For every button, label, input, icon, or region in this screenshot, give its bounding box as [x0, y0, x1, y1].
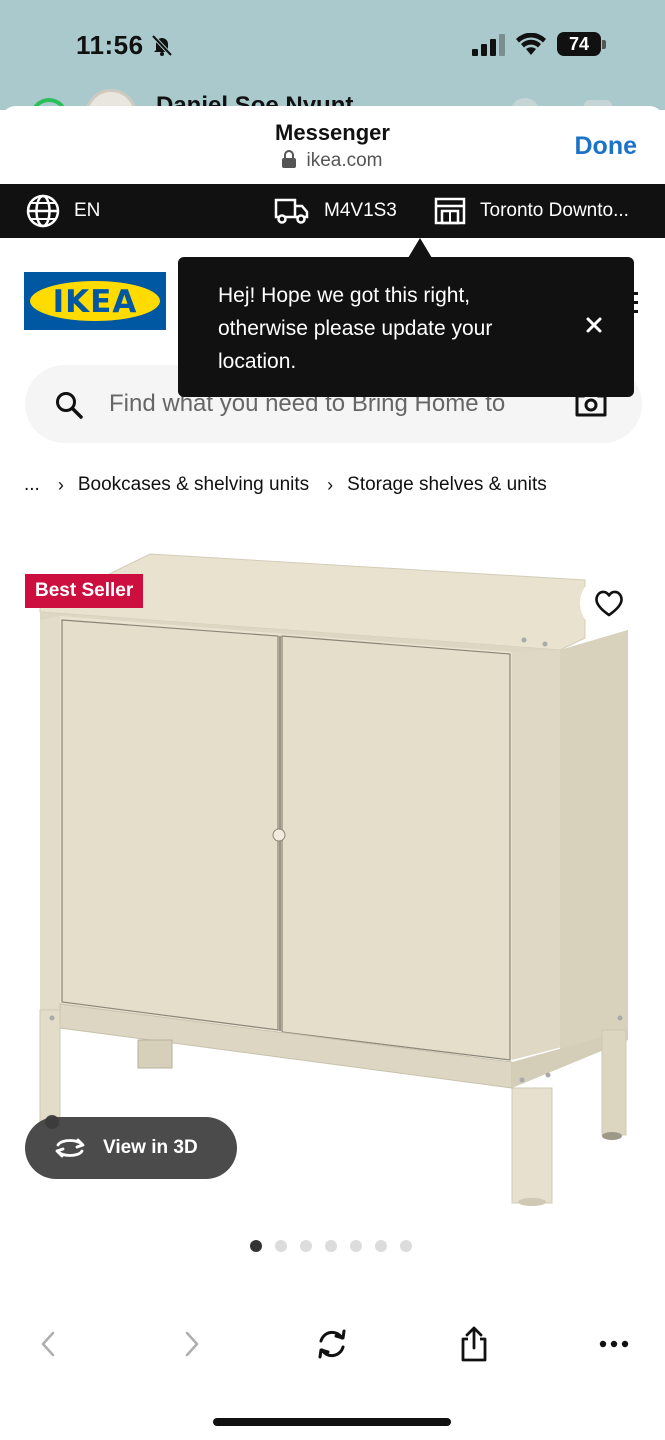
location-tooltip: Hej! Hope we got this right, otherwise p…: [178, 257, 634, 397]
home-indicator: [213, 1418, 451, 1426]
more-icon: [599, 1340, 629, 1348]
share-button[interactable]: [454, 1322, 494, 1366]
chevron-left-icon: [41, 1331, 55, 1357]
language-label: EN: [74, 200, 101, 221]
favorite-button[interactable]: [580, 574, 638, 632]
browser-toolbar: [0, 1300, 665, 1390]
chevron-right-icon: ›: [327, 474, 334, 495]
close-icon[interactable]: [582, 313, 606, 337]
breadcrumb-item[interactable]: Bookcases & shelving units: [78, 474, 309, 496]
search-icon[interactable]: [55, 391, 83, 419]
ikea-logo[interactable]: IKEA: [24, 272, 166, 330]
done-button[interactable]: Done: [575, 132, 638, 161]
pagination-dot[interactable]: [275, 1240, 287, 1252]
pagination-dot[interactable]: [400, 1240, 412, 1252]
truck-icon: [274, 198, 309, 224]
view-in-3d-label: View in 3D: [103, 1137, 198, 1158]
language-selector[interactable]: EN: [26, 184, 100, 238]
pagination-dot[interactable]: [350, 1240, 362, 1252]
share-icon: [461, 1326, 487, 1362]
store-label: Toronto Downto...: [480, 200, 629, 221]
back-button[interactable]: [28, 1322, 68, 1366]
bell-muted-icon: [151, 34, 173, 57]
image-pagination: [250, 1240, 425, 1252]
battery-cap: [602, 40, 606, 49]
forward-button[interactable]: [172, 1322, 212, 1366]
wifi-icon: [516, 33, 546, 55]
pagination-dot[interactable]: [250, 1240, 262, 1252]
globe-icon: [26, 194, 60, 228]
rotate-3d-icon: [55, 1138, 85, 1158]
pagination-dot[interactable]: [325, 1240, 337, 1252]
status-bar: 11:56 74 Daniel Soe Nyunt: [0, 0, 665, 114]
store-icon: [434, 197, 466, 225]
status-time: 11:56: [76, 30, 144, 60]
reload-icon: [318, 1329, 346, 1359]
breadcrumb-item[interactable]: Storage shelves & units: [347, 474, 547, 496]
ikea-top-bar: EN M4V1S3 Toronto Downto...: [0, 184, 665, 238]
lock-icon: [282, 150, 297, 168]
tooltip-arrow: [408, 238, 432, 258]
browser-header: Messenger ikea.com Done: [0, 106, 665, 186]
best-seller-badge: Best Seller: [25, 574, 144, 608]
breadcrumb: ... › Bookcases & shelving units › Stora…: [24, 474, 547, 496]
chevron-right-icon: ›: [57, 474, 64, 495]
postal-code-label: M4V1S3: [324, 200, 397, 221]
pagination-dot[interactable]: [300, 1240, 312, 1252]
browser-title: Messenger: [275, 120, 390, 145]
pagination-dot[interactable]: [375, 1240, 387, 1252]
battery-icon: 74: [557, 32, 601, 56]
logo-text: IKEA: [52, 284, 138, 320]
postal-code-selector[interactable]: M4V1S3: [274, 184, 397, 238]
browser-url: ikea.com: [0, 150, 665, 172]
url-text: ikea.com: [306, 150, 383, 171]
view-in-3d-button[interactable]: View in 3D: [25, 1117, 237, 1179]
reload-button[interactable]: [312, 1322, 352, 1366]
store-selector[interactable]: Toronto Downto...: [434, 184, 629, 238]
cell-signal-icon: [472, 34, 505, 56]
breadcrumb-ellipsis[interactable]: ...: [24, 474, 40, 496]
heart-icon: [595, 590, 623, 617]
tooltip-message: Hej! Hope we got this right, otherwise p…: [218, 284, 493, 373]
more-button[interactable]: [594, 1322, 634, 1366]
chevron-right-icon: [185, 1331, 199, 1357]
